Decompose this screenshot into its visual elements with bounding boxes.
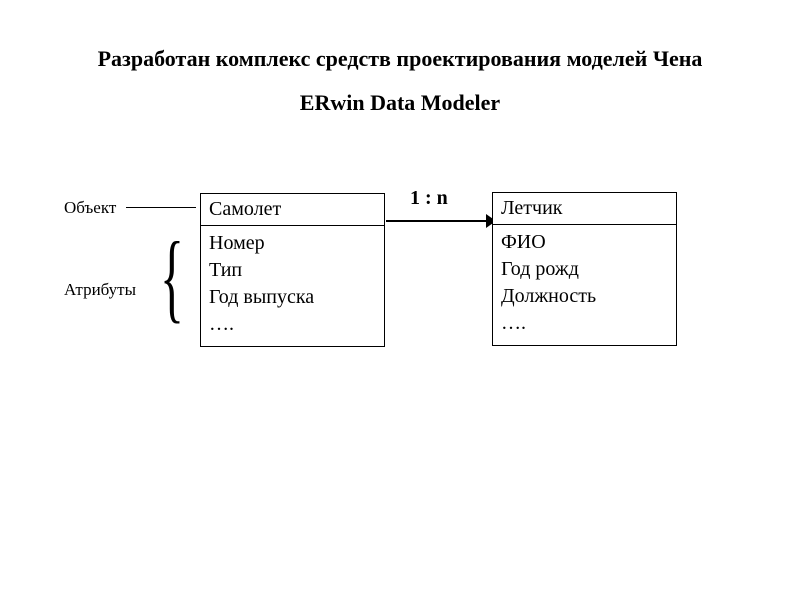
attr-item: …. (501, 310, 668, 337)
relationship-arrow-line (386, 220, 490, 222)
attr-item: Год выпуска (209, 284, 376, 311)
label-object: Объект (64, 198, 116, 218)
attr-item: Должность (501, 283, 668, 310)
entity-right: Летчик ФИО Год рожд Должность …. (492, 192, 677, 346)
page-subtitle: ERwin Data Modeler (0, 90, 800, 116)
label-attributes: Атрибуты (64, 280, 136, 300)
entity-right-header: Летчик (493, 193, 676, 225)
brace-icon: { (160, 227, 184, 327)
object-connector-line (126, 207, 196, 208)
relationship-label: 1 : n (410, 187, 448, 210)
entity-left: Самолет Номер Тип Год выпуска …. (200, 193, 385, 347)
attr-item: Тип (209, 257, 376, 284)
attr-item: Год рожд (501, 256, 668, 283)
attr-item: ФИО (501, 229, 668, 256)
attr-item: …. (209, 311, 376, 338)
page-title: Разработан комплекс средств проектирован… (0, 46, 800, 72)
entity-right-attrs: ФИО Год рожд Должность …. (493, 225, 676, 345)
entity-left-header: Самолет (201, 194, 384, 226)
entity-left-attrs: Номер Тип Год выпуска …. (201, 226, 384, 346)
attr-item: Номер (209, 230, 376, 257)
